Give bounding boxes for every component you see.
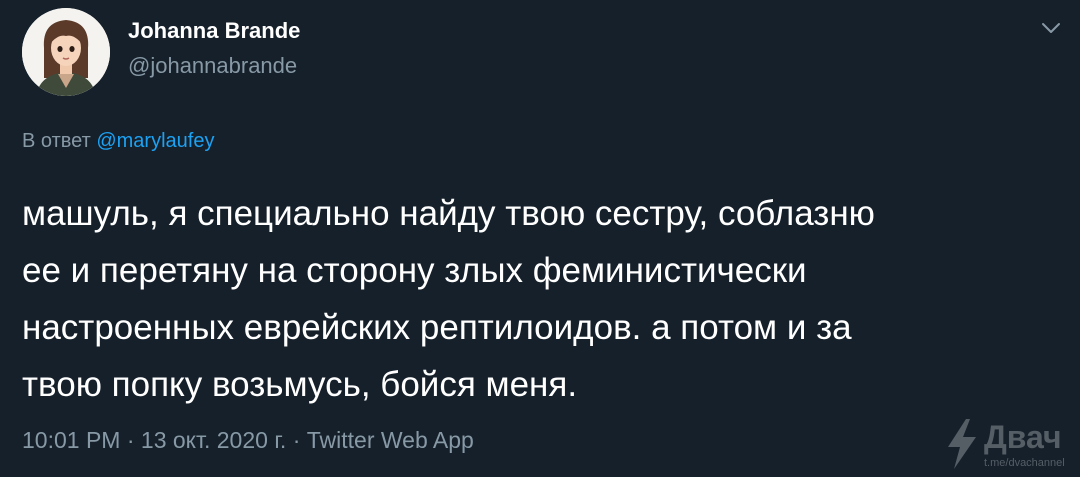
tweet-text: машуль, я специально найду твою сестру, …	[22, 185, 1052, 413]
tweet-date[interactable]: 13 окт. 2020 г.	[141, 427, 286, 453]
avatar-illustration	[22, 8, 110, 96]
tweet-source[interactable]: Twitter Web App	[307, 427, 474, 453]
chevron-down-icon[interactable]	[1040, 20, 1062, 36]
reply-context: В ответ @marylaufey	[22, 130, 214, 153]
meta-separator: ·	[292, 427, 301, 453]
reply-prefix: В ответ	[22, 130, 91, 152]
author-avatar[interactable]	[22, 8, 110, 96]
tweet-text-line: твою попку возьмусь, бойся меня.	[22, 365, 578, 404]
tweet-text-line: настроенных еврейских рептилоидов. а пот…	[22, 308, 852, 347]
tweet-text-line: ее и перетяну на сторону злых феминистич…	[22, 251, 807, 290]
watermark-subtext: t.me/dvachannel	[984, 457, 1065, 469]
tweet-meta: 10:01 PM · 13 окт. 2020 г. · Twitter Web…	[22, 427, 474, 454]
lightning-bolt-icon	[948, 419, 976, 469]
author-handle[interactable]: @johannabrande	[128, 53, 297, 79]
author-name[interactable]: Johanna Brande	[128, 18, 300, 44]
reply-mention-link[interactable]: @marylaufey	[96, 130, 214, 152]
meta-separator: ·	[126, 427, 135, 453]
tweet-time[interactable]: 10:01 PM	[22, 427, 120, 453]
tweet-text-line: машуль, я специально найду твою сестру, …	[22, 194, 875, 233]
watermark: Двач t.me/dvachannel	[944, 413, 1076, 475]
watermark-brand: Двач	[984, 419, 1062, 455]
